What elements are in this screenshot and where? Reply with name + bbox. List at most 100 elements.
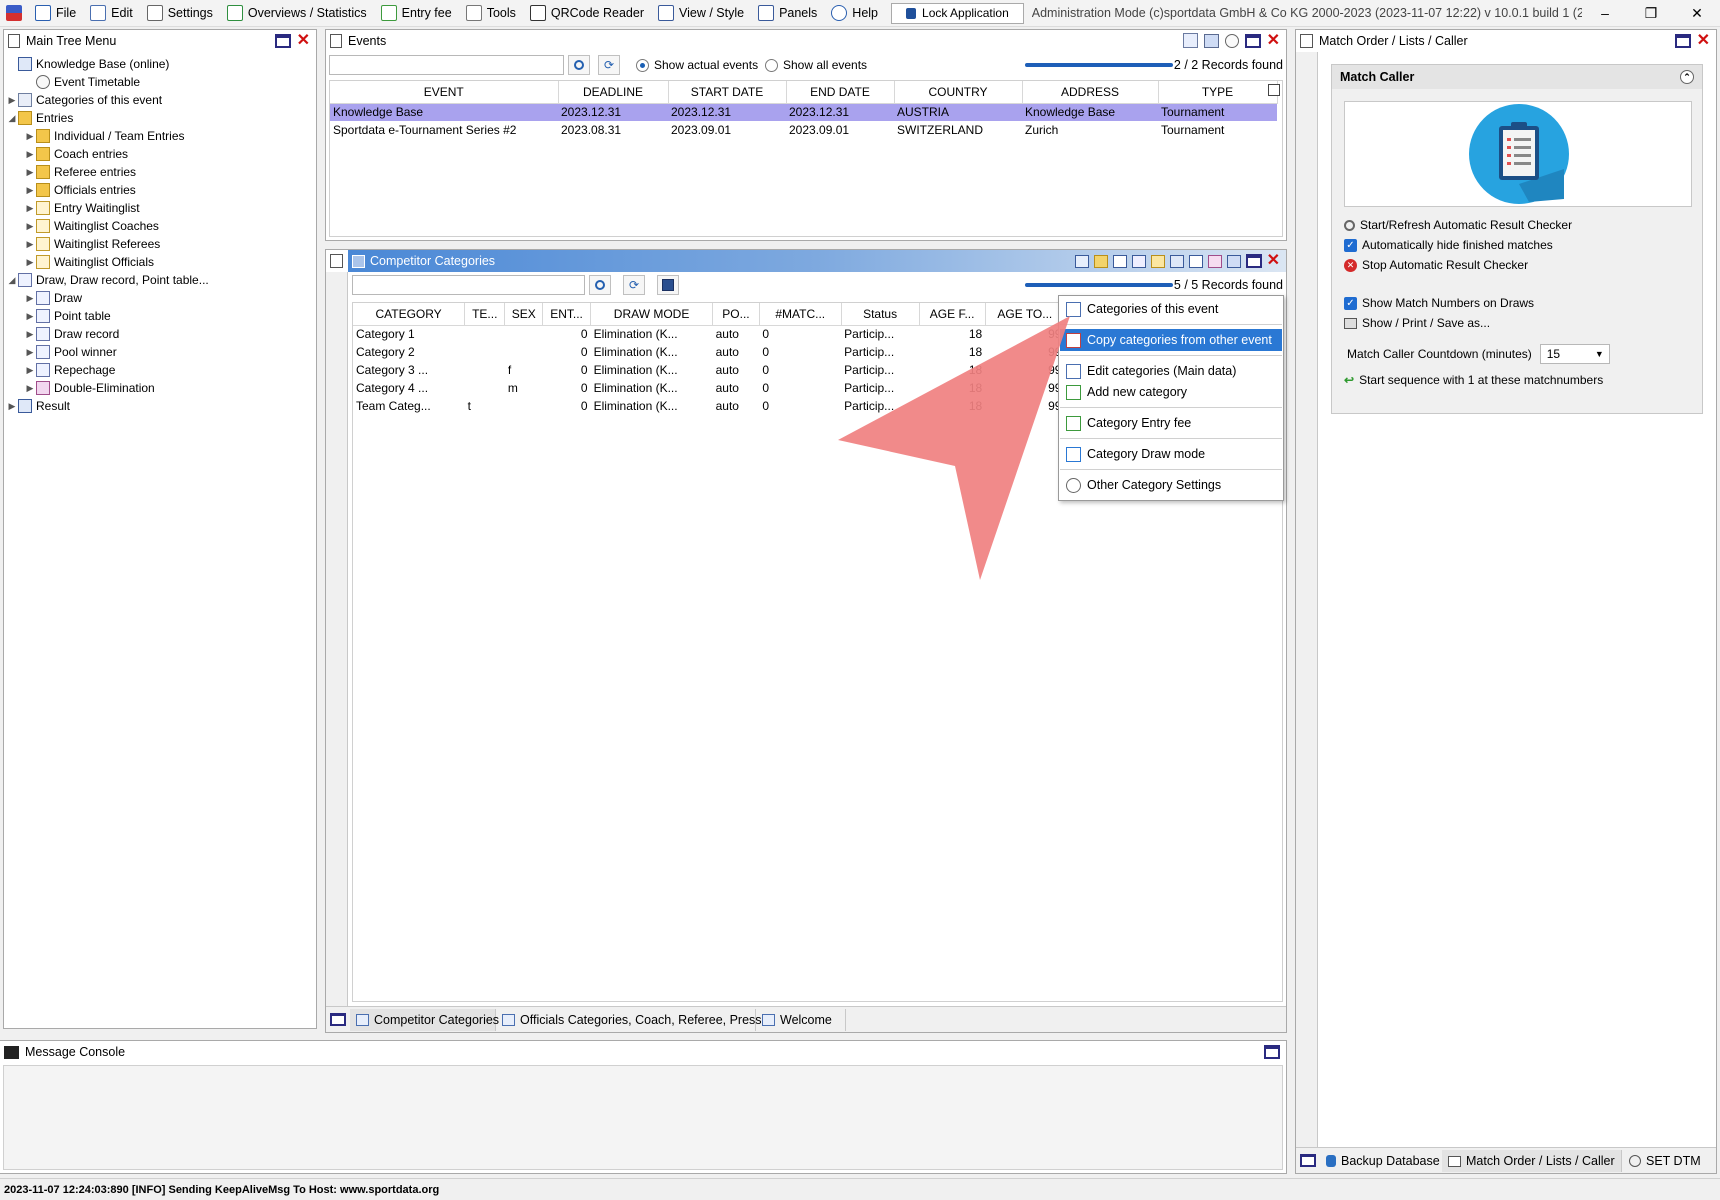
menu-item-category-draw-mode[interactable]: Category Draw mode	[1060, 443, 1282, 465]
tab-match-order[interactable]: Match Order / Lists / Caller	[1442, 1150, 1622, 1172]
maximize-panel-icon[interactable]	[1245, 254, 1262, 268]
expander-icon[interactable]: ▶	[24, 293, 36, 304]
tree-item-double-elimination[interactable]: ▶ Double-Elimination	[6, 379, 155, 397]
column-header[interactable]: END DATE	[786, 81, 895, 104]
toolbar-icon-3[interactable]	[1112, 254, 1127, 268]
expander-icon[interactable]: ▶	[24, 383, 36, 394]
tree-item-knowledge-base-online[interactable]: Knowledge Base (online)	[6, 55, 169, 73]
minimize-button[interactable]: –	[1582, 0, 1628, 27]
tree-item-point-table[interactable]: ▶ Point table	[6, 307, 111, 325]
menu-tools[interactable]: Tools	[459, 1, 523, 26]
column-header[interactable]: Status	[841, 303, 920, 326]
column-header[interactable]: CATEGORY	[353, 303, 466, 326]
tree-item-categories-of-this-event[interactable]: ▶ Categories of this event	[6, 91, 162, 109]
tree-item-repechage[interactable]: ▶ Repechage	[6, 361, 115, 379]
events-search-input[interactable]	[329, 55, 564, 75]
maximize-button[interactable]: ❐	[1628, 0, 1674, 27]
tab-officials-categories-coach-referee-press[interactable]: Officials Categories, Coach, Referee, Pr…	[496, 1009, 762, 1031]
categories-save-button[interactable]	[657, 275, 679, 295]
menu-view-style[interactable]: View / Style	[651, 1, 751, 26]
tab-backup-database[interactable]: Backup Database	[1320, 1150, 1447, 1172]
menu-item-edit-categories-main-data[interactable]: Edit categories (Main data)	[1060, 360, 1282, 382]
app-icon[interactable]	[0, 1, 28, 26]
expander-icon[interactable]: ▶	[24, 311, 36, 322]
collapse-icon[interactable]: ⌃	[1680, 70, 1694, 84]
tree-item-waitinglist-officials[interactable]: ▶ Waitinglist Officials	[6, 253, 154, 271]
tree-item-result[interactable]: ▶ Result	[6, 397, 70, 415]
expander-icon[interactable]: ▶	[6, 95, 18, 106]
categories-search-button[interactable]	[589, 275, 611, 295]
expander-icon[interactable]: ◢	[6, 113, 18, 124]
menu-panels[interactable]: Panels	[751, 1, 824, 26]
expander-icon[interactable]: ▶	[24, 347, 36, 358]
table-row[interactable]: Sportdata e-Tournament Series #2 2023.08.…	[330, 121, 1277, 139]
hide-finished-checkbox[interactable]: ✓ Automatically hide finished matches	[1344, 238, 1553, 252]
expander-icon[interactable]: ▶	[24, 257, 36, 268]
column-header[interactable]: TYPE	[1158, 81, 1278, 104]
tab-competitor-categories[interactable]: Competitor Categories	[350, 1009, 499, 1031]
toolbar-icon-9[interactable]	[1226, 254, 1241, 268]
maximize-panel-icon[interactable]	[1674, 34, 1691, 48]
tree-item-event-timetable[interactable]: Event Timetable	[6, 73, 140, 91]
tree-item-draw-record[interactable]: ▶ Draw record	[6, 325, 119, 343]
menu-item-copy-categories-from-other-event[interactable]: Copy categories from other event	[1060, 329, 1282, 351]
tree-item-coach-entries[interactable]: ▶ Coach entries	[6, 145, 128, 163]
menu-entry-fee[interactable]: Entry fee	[374, 1, 459, 26]
menu-item-categories-of-this-event[interactable]: Categories of this event	[1060, 298, 1282, 320]
column-header[interactable]: DRAW MODE	[590, 303, 714, 326]
close-button[interactable]: ✕	[1674, 0, 1720, 27]
expander-icon[interactable]: ▶	[24, 185, 36, 196]
events-search-button[interactable]	[568, 55, 590, 75]
tabs-window-icon[interactable]	[330, 1013, 346, 1026]
toolbar-icon-8[interactable]	[1207, 254, 1222, 268]
menu-item-category-entry-fee[interactable]: Category Entry fee	[1060, 412, 1282, 434]
expander-icon[interactable]: ◢	[6, 275, 18, 286]
clock-icon[interactable]	[1224, 33, 1239, 48]
tree-item-entry-waitinglist[interactable]: ▶ Entry Waitinglist	[6, 199, 140, 217]
tabs-window-icon[interactable]	[1300, 1154, 1316, 1167]
column-header[interactable]: ADDRESS	[1022, 81, 1159, 104]
column-header[interactable]: COUNTRY	[894, 81, 1023, 104]
column-header[interactable]: DEADLINE	[558, 81, 669, 104]
column-header[interactable]: SEX	[504, 303, 544, 326]
column-header[interactable]: EVENT	[330, 81, 559, 104]
show-match-numbers-checkbox[interactable]: ✓ Show Match Numbers on Draws	[1344, 296, 1534, 310]
menu-item-add-new-category[interactable]: Add new category	[1060, 381, 1282, 403]
edit-icon[interactable]	[1182, 33, 1198, 48]
tree-item-pool-winner[interactable]: ▶ Pool winner	[6, 343, 117, 361]
column-header[interactable]: TE...	[464, 303, 506, 326]
menu-edit[interactable]: Edit	[83, 1, 140, 26]
tab-set-dtm[interactable]: SET DTM	[1623, 1150, 1707, 1172]
show-print-save-action[interactable]: Show / Print / Save as...	[1344, 316, 1490, 330]
expander-icon[interactable]: ▶	[24, 167, 36, 178]
radio-all-events[interactable]: Show all events	[765, 58, 867, 72]
tab-welcome[interactable]: Welcome	[756, 1009, 846, 1031]
column-header[interactable]: ENT...	[542, 303, 592, 326]
expander-icon[interactable]: ▶	[24, 221, 36, 232]
lock-application-button[interactable]: Lock Application	[891, 2, 1024, 24]
close-panel-icon[interactable]: ✕	[297, 33, 310, 49]
tree-item-referee-entries[interactable]: ▶ Referee entries	[6, 163, 136, 181]
start-sequence-action[interactable]: ↩ Start sequence with 1 at these matchnu…	[1344, 373, 1603, 387]
menu-file[interactable]: File	[28, 1, 83, 26]
tree-item-draw[interactable]: ▶ Draw	[6, 289, 82, 307]
expander-icon[interactable]: ▶	[24, 203, 36, 214]
column-header[interactable]: PO...	[712, 303, 760, 326]
toolbar-icon-1[interactable]	[1074, 254, 1089, 268]
tree-item-officials-entries[interactable]: ▶ Officials entries	[6, 181, 136, 199]
toolbar-icon-6[interactable]	[1169, 254, 1184, 268]
radio-actual-events[interactable]: Show actual events	[636, 58, 758, 72]
expander-icon[interactable]: ▶	[24, 149, 36, 160]
menu-qrcode-reader[interactable]: QRCode Reader	[523, 1, 651, 26]
tree-item-draw-draw-record-point-table[interactable]: ◢ Draw, Draw record, Point table...	[6, 271, 209, 289]
column-header[interactable]: #MATC...	[759, 303, 842, 326]
maximize-panel-icon[interactable]	[1264, 1045, 1280, 1059]
expander-icon[interactable]: ▶	[24, 365, 36, 376]
categories-search-input[interactable]	[352, 275, 585, 295]
action-stop-checker[interactable]: ✕ Stop Automatic Result Checker	[1344, 258, 1528, 272]
tree-item-waitinglist-referees[interactable]: ▶ Waitinglist Referees	[6, 235, 160, 253]
table-row[interactable]: Knowledge Base 2023.12.31 2023.12.31 2023.1…	[330, 103, 1277, 121]
toolbar-icon-7[interactable]	[1188, 254, 1203, 268]
toolbar-icon-4[interactable]	[1131, 254, 1146, 268]
toolbar-icon-2[interactable]	[1093, 254, 1108, 268]
